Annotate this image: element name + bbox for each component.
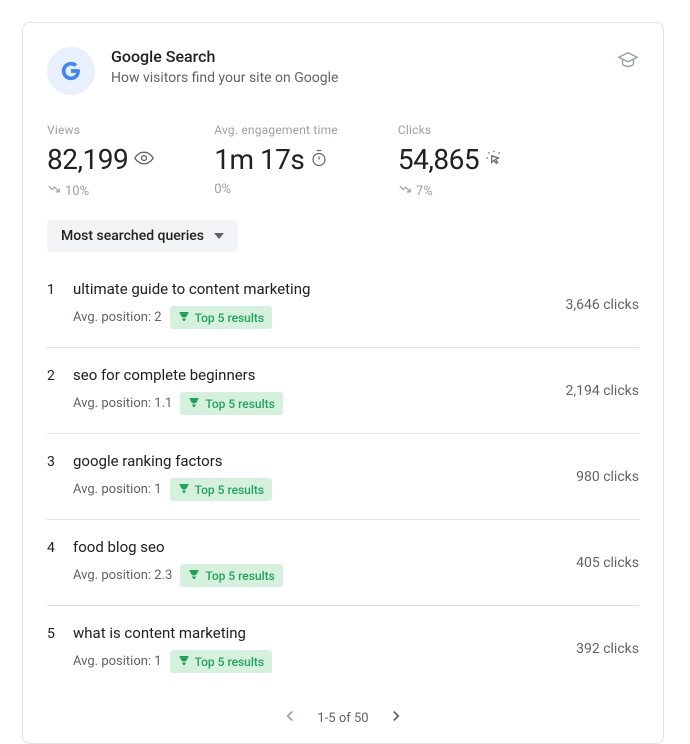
google-search-card: Google Search How visitors find your sit… [22,22,664,744]
query-rank: 4 [47,538,59,556]
card-title: Google Search [111,47,601,66]
pager: 1-5 of 50 [47,691,639,733]
query-text: ultimate guide to content marketing [73,280,552,298]
cursor-click-icon [485,149,503,171]
query-text: what is content marketing [73,624,562,642]
badge-label: Top 5 results [195,655,264,669]
query-clicks: 2,194 clicks [566,383,640,399]
stat-label: Avg. engagement time [214,123,338,137]
stat-value: 54,865 [398,143,479,176]
trophy-icon [188,568,200,583]
dropdown-label: Most searched queries [61,228,204,244]
query-clicks: 392 clicks [576,641,639,657]
query-row[interactable]: 1 ultimate guide to content marketing Avg.… [47,262,639,348]
stat-views: Views 82,199 10% [47,123,154,200]
pager-range: 1-5 of 50 [317,711,368,726]
stats-row: Views 82,199 10% Avg. engagement time 1m… [47,123,639,200]
query-position: Avg. position: 1 [73,482,162,497]
trend-down-icon [398,182,412,200]
stat-label: Views [47,123,154,137]
query-position: Avg. position: 2.3 [73,568,172,583]
pager-next-button[interactable] [387,707,405,729]
stat-label: Clicks [398,123,503,137]
badge-label: Top 5 results [205,397,274,411]
query-rank: 3 [47,452,59,470]
top5-badge: Top 5 results [180,564,282,587]
stat-value: 82,199 [47,143,128,176]
stat-engagement: Avg. engagement time 1m 17s 0% [214,123,338,200]
stopwatch-icon [310,149,328,171]
query-text: google ranking factors [73,452,562,470]
query-row[interactable]: 3 google ranking factors Avg. position: 1 T… [47,434,639,520]
query-clicks: 980 clicks [576,469,639,485]
queries-filter-dropdown[interactable]: Most searched queries [47,220,238,252]
trophy-icon [188,396,200,411]
top5-badge: Top 5 results [180,392,282,415]
stat-clicks: Clicks 54,865 7% [398,123,503,200]
stat-value: 1m 17s [214,143,304,176]
query-clicks: 405 clicks [576,555,639,571]
trophy-icon [178,654,190,669]
query-row[interactable]: 4 food blog seo Avg. position: 2.3 Top 5 re… [47,520,639,606]
stat-trend: 0% [214,182,231,197]
card-subtitle: How visitors find your site on Google [111,70,601,86]
badge-label: Top 5 results [195,483,264,497]
query-position: Avg. position: 2 [73,310,162,325]
query-position: Avg. position: 1.1 [73,396,172,411]
card-header: Google Search How visitors find your sit… [47,47,639,95]
trophy-icon [178,482,190,497]
query-position: Avg. position: 1 [73,654,162,669]
query-list: 1 ultimate guide to content marketing Avg.… [47,262,639,691]
query-rank: 5 [47,624,59,642]
trophy-icon [178,310,190,325]
eye-icon [134,148,154,172]
badge-label: Top 5 results [205,569,274,583]
query-text: food blog seo [73,538,562,556]
query-row[interactable]: 2 seo for complete beginners Avg. position… [47,348,639,434]
top5-badge: Top 5 results [170,650,272,673]
stat-trend: 7% [416,184,433,199]
stat-trend: 10% [65,184,89,199]
top5-badge: Top 5 results [170,478,272,501]
google-logo-icon [47,47,95,95]
top5-badge: Top 5 results [170,306,272,329]
query-clicks: 3,646 clicks [566,297,640,313]
badge-label: Top 5 results [195,311,264,325]
pager-prev-button[interactable] [281,707,299,729]
caret-down-icon [214,233,224,239]
query-rank: 2 [47,366,59,384]
education-icon[interactable] [617,47,639,75]
trend-down-icon [47,182,61,200]
query-row[interactable]: 5 what is content marketing Avg. position:… [47,606,639,691]
query-rank: 1 [47,280,59,298]
query-text: seo for complete beginners [73,366,552,384]
